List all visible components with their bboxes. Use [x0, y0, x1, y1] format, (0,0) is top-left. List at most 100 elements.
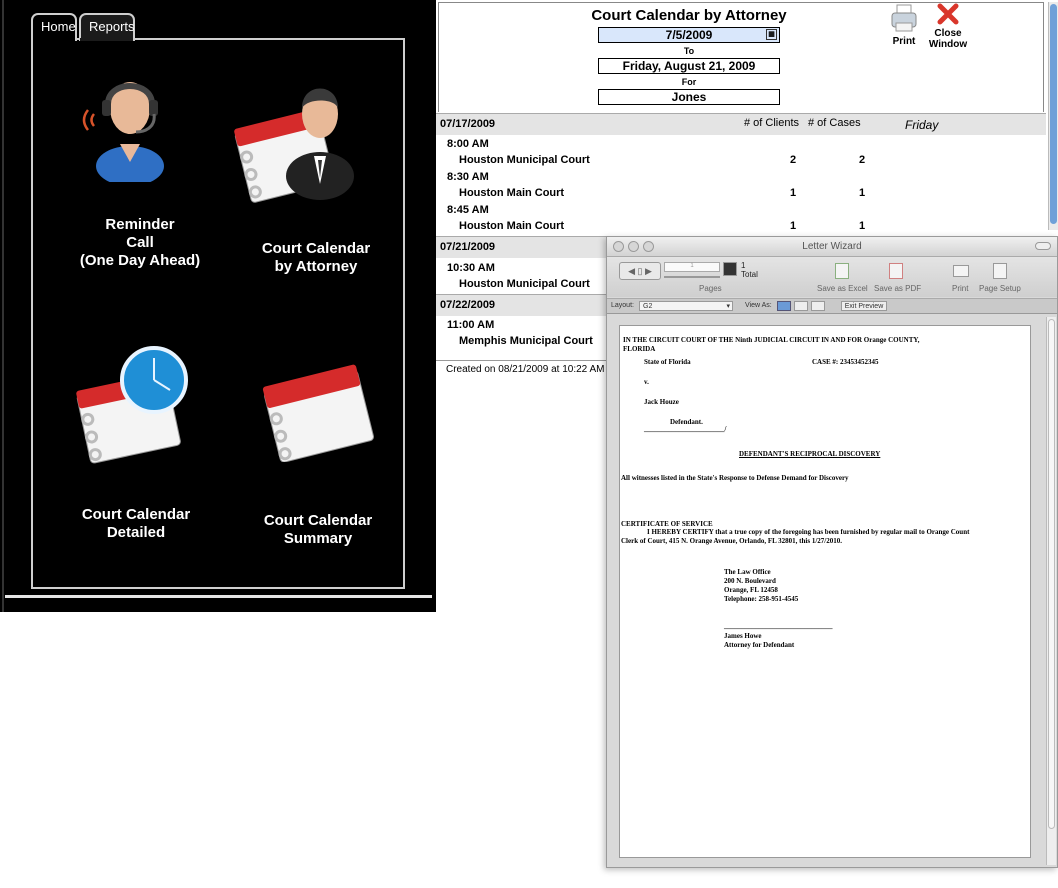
wizard-toolbar: ◀ ▯ ▶ 1 1 Total Pages Save as Excel Save… [607, 257, 1057, 297]
day-header: 07/17/2009 # of Clients # of Cases Frida… [436, 113, 1046, 135]
plaintiff: State of Florida [644, 358, 691, 366]
tile-reminder-line3: (One Day Ahead) [79, 252, 201, 269]
slot-time: 8:00 AM [447, 138, 489, 150]
layout-bar: Layout: G2 ▾ View As: Exit Preview [607, 298, 1057, 314]
preview-scrollbar[interactable] [1046, 317, 1056, 865]
report-scroll-thumb[interactable] [1050, 4, 1057, 224]
slot-court: Houston Municipal Court [459, 278, 590, 290]
slot-cases: 1 [858, 220, 866, 232]
print-label: Print [892, 36, 916, 47]
save-as-excel-button[interactable]: Save as Excel [817, 284, 868, 293]
view-as-label: View As: [745, 302, 772, 309]
slot-cases: 2 [858, 154, 866, 166]
view-list-button[interactable] [794, 301, 808, 311]
tile-attorney-line1: Court Calendar [261, 240, 371, 257]
excel-icon[interactable] [835, 263, 849, 279]
versus: v. [644, 378, 649, 386]
launcher-edge [2, 0, 4, 612]
tile-summary-line2: Summary [283, 530, 353, 547]
report-title: Court Calendar by Attorney [591, 7, 787, 24]
page-number-field[interactable]: 1 [664, 262, 720, 272]
day-date: 07/17/2009 [440, 118, 496, 130]
view-table-button[interactable] [811, 301, 825, 311]
binoculars-icon[interactable] [723, 262, 737, 276]
pdf-icon[interactable] [889, 263, 903, 279]
calendar-attorney-icon [234, 88, 354, 203]
calendar-picker-icon[interactable]: ▦ [766, 29, 777, 40]
tile-detailed-line2: Detailed [106, 524, 166, 541]
certificate-line2: Clerk of Court, 415 N. Orange Avenue, Or… [621, 537, 842, 545]
book-navigator[interactable]: ◀ ▯ ▶ [619, 262, 661, 280]
tile-attorney-line2: by Attorney [274, 258, 358, 275]
firm-address-2: Orange, FL 12458 [724, 586, 778, 594]
slot-time: 11:00 AM [447, 319, 495, 331]
tab-reports[interactable]: Reports [79, 13, 135, 41]
close-label-2: Window [928, 39, 968, 50]
court-heading-line1: IN THE CIRCUIT COURT OF THE Ninth JUDICI… [623, 336, 920, 344]
print-button[interactable]: Print [952, 284, 968, 293]
close-label-1: Close [934, 28, 962, 39]
calendar-clock-icon [76, 346, 188, 464]
page-slider[interactable] [664, 276, 720, 278]
wizard-title: Letter Wizard [802, 241, 862, 252]
report-scrollbar[interactable] [1048, 2, 1058, 230]
to-date-field[interactable]: Friday, August 21, 2009 [598, 58, 780, 74]
chevron-down-icon: ▾ [726, 303, 730, 310]
certificate-title: CERTIFICATE OF SERVICE [621, 520, 713, 528]
page-setup-button[interactable]: Page Setup [979, 284, 1021, 293]
to-label: To [683, 46, 695, 56]
tile-reminder-line2: Call [126, 234, 154, 251]
case-number: CASE #: 23453452345 [812, 358, 879, 366]
day-date: 07/22/2009 [440, 299, 496, 311]
slot-court: Memphis Municipal Court [459, 335, 593, 347]
page-setup-icon[interactable] [993, 263, 1007, 279]
close-icon [937, 3, 959, 25]
tile-detailed-line1: Court Calendar [81, 506, 191, 523]
slot-time: 8:30 AM [447, 171, 489, 183]
calendar-icon [262, 364, 374, 462]
view-form-button[interactable] [777, 301, 791, 311]
layout-select[interactable]: G2 ▾ [639, 301, 733, 311]
wizard-titlebar[interactable]: Letter Wizard [607, 237, 1057, 257]
reports-launcher: Home Reports Reminder Call (One Day Ahea… [0, 0, 436, 612]
preview-scroll-thumb[interactable] [1048, 319, 1055, 829]
tile-court-calendar-detailed[interactable]: Court Calendar Detailed [56, 346, 216, 546]
call-agent-icon [82, 82, 164, 182]
tile-court-calendar-by-attorney[interactable]: Court Calendar by Attorney [226, 68, 406, 278]
slot-clients: 1 [789, 220, 797, 232]
page-total-number: 1 [741, 261, 746, 270]
from-date-value: 7/5/2009 [665, 28, 713, 42]
letter-wizard-window: Letter Wizard ◀ ▯ ▶ 1 1 Total Pages Save… [606, 236, 1058, 868]
pages-label: Pages [699, 284, 722, 293]
launcher-bottom-divider [5, 595, 432, 598]
witnesses-paragraph: All witnesses listed in the State's Resp… [621, 474, 849, 482]
for-label: For [681, 77, 697, 87]
clients-column-header: # of Clients [744, 117, 800, 129]
slot-time: 8:45 AM [447, 204, 489, 216]
attorney-field[interactable]: Jones [598, 89, 780, 105]
slot-clients: 1 [789, 187, 797, 199]
letter-preview-page: IN THE CIRCUIT COURT OF THE Ninth JUDICI… [619, 325, 1031, 858]
print-button[interactable]: Print [888, 3, 920, 47]
footer-divider [436, 360, 608, 361]
tile-summary-line1: Court Calendar [263, 512, 373, 529]
exit-preview-button[interactable]: Exit Preview [841, 301, 887, 311]
close-window-button[interactable]: Close Window [926, 3, 970, 50]
day-date: 07/21/2009 [440, 241, 496, 253]
slot-court: Houston Main Court [459, 187, 565, 199]
signer-name: James Howe [724, 632, 762, 640]
page-total-label: Total [741, 270, 758, 279]
toolbar-toggle-pill[interactable] [1035, 242, 1051, 250]
slot-cases: 1 [858, 187, 866, 199]
tab-home[interactable]: Home [31, 13, 77, 41]
tile-court-calendar-summary[interactable]: Court Calendar Summary [238, 352, 398, 552]
from-date-field[interactable]: 7/5/2009 ▦ [598, 27, 780, 43]
firm-phone: Telephone: 258-951-4545 [724, 595, 799, 603]
created-timestamp: Created on 08/21/2009 at 10:22 AM [446, 364, 605, 375]
printer-icon[interactable] [953, 265, 969, 277]
day-weekday: Friday [905, 118, 939, 132]
court-heading-line2: FLORIDA [623, 345, 656, 353]
signature-line: _______________________________ [724, 622, 833, 630]
tile-reminder-call[interactable]: Reminder Call (One Day Ahead) [60, 70, 220, 280]
save-as-pdf-button[interactable]: Save as PDF [874, 284, 921, 293]
